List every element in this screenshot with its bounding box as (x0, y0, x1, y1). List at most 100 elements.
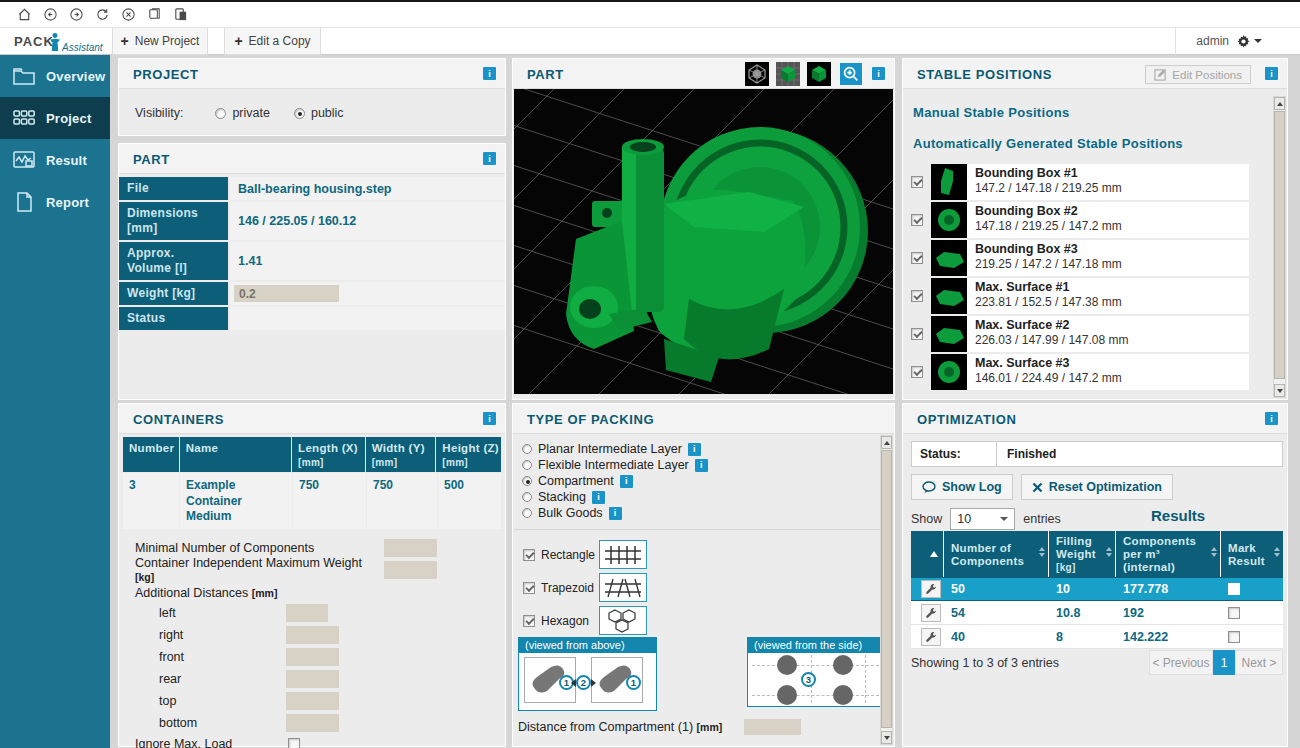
info-icon[interactable]: i (483, 67, 496, 80)
scroll-up-icon[interactable] (881, 436, 892, 449)
info-icon[interactable]: i (592, 491, 605, 504)
packing-type-option[interactable]: Stacking i (522, 489, 880, 505)
packing-radio[interactable] (522, 476, 532, 486)
copy-icon[interactable] (147, 7, 162, 22)
configure-result-button[interactable] (921, 628, 941, 646)
scroll-up-icon[interactable] (1274, 97, 1285, 110)
reload-icon[interactable] (95, 7, 110, 22)
distance-from-compartment-input[interactable] (744, 719, 801, 735)
packing-type-option[interactable]: Bulk Goods i (522, 505, 880, 521)
view-wireframe-button[interactable] (745, 62, 769, 86)
sort-icon[interactable] (1274, 547, 1280, 557)
sidebar-item-overview[interactable]: Overview (0, 55, 110, 97)
position-checkbox[interactable] (911, 366, 923, 378)
view-cube-button[interactable] (807, 62, 831, 86)
info-icon[interactable]: i (872, 67, 885, 80)
info-icon[interactable]: i (483, 152, 496, 165)
configure-result-button[interactable] (921, 604, 941, 622)
sort-icon[interactable] (1106, 547, 1112, 557)
position-checkbox[interactable] (911, 176, 923, 188)
results-header-cell[interactable]: Number ofComponents (944, 531, 1049, 577)
results-header-cell[interactable] (911, 531, 944, 577)
stable-position-item[interactable]: Max. Surface #1 223.81 / 152.5 / 147.38 … (911, 278, 1249, 314)
info-icon[interactable]: i (1265, 67, 1278, 80)
new-project-button[interactable]: + New Project (112, 28, 208, 55)
stable-position-item[interactable]: Bounding Box #1 147.2 / 147.18 / 219.25 … (911, 164, 1249, 200)
min-components-input[interactable] (384, 539, 437, 557)
home-icon[interactable] (17, 7, 32, 22)
info-icon[interactable]: i (688, 443, 701, 456)
stable-position-item[interactable]: Max. Surface #3 146.01 / 224.49 / 147.2 … (911, 354, 1249, 390)
back-icon[interactable] (43, 7, 58, 22)
scroll-thumb[interactable] (881, 450, 892, 728)
results-header-cell[interactable]: Componentsper m³(internal) (1116, 531, 1221, 577)
result-row[interactable]: 50 10 177.778 (911, 577, 1283, 601)
sort-icon[interactable] (1211, 547, 1217, 557)
packing-type-option[interactable]: Compartment i (522, 473, 880, 489)
packing-scrollbar[interactable] (880, 435, 893, 745)
sidebar-item-report[interactable]: Report (0, 181, 110, 223)
packing-radio[interactable] (522, 508, 532, 518)
position-checkbox[interactable] (911, 214, 923, 226)
mark-result-checkbox[interactable] (1228, 607, 1240, 619)
ignore-max-load-checkbox[interactable] (288, 738, 300, 748)
packing-type-option[interactable]: Planar Intermediate Layer i (522, 441, 880, 457)
distance-input[interactable] (286, 626, 339, 644)
radio-private[interactable] (215, 108, 226, 119)
sort-icon[interactable] (1039, 547, 1045, 557)
packing-radio[interactable] (522, 444, 532, 454)
close-icon[interactable] (121, 7, 136, 22)
scroll-thumb[interactable] (1274, 111, 1285, 379)
info-icon[interactable]: i (483, 412, 496, 425)
weight-input[interactable]: 0.2 (234, 285, 339, 302)
configure-result-button[interactable] (921, 580, 941, 598)
edit-copy-button[interactable]: + Edit a Copy (224, 28, 321, 55)
info-icon[interactable]: i (695, 459, 708, 472)
stable-position-item[interactable]: Max. Surface #2 226.03 / 147.99 / 147.08… (911, 316, 1249, 352)
mark-result-checkbox[interactable] (1228, 631, 1240, 643)
shape-checkbox[interactable] (523, 549, 535, 561)
position-checkbox[interactable] (911, 328, 923, 340)
zoom-button[interactable] (840, 63, 862, 85)
forward-icon[interactable] (69, 7, 84, 22)
containers-row[interactable]: 3Example Container Medium750750500 (123, 473, 501, 529)
sidebar-item-result[interactable]: Result (0, 139, 110, 181)
packing-radio[interactable] (522, 460, 532, 470)
distance-input[interactable] (286, 692, 339, 710)
visibility-public-option[interactable]: public (294, 106, 344, 120)
distance-input[interactable] (286, 714, 339, 732)
show-log-button[interactable]: Show Log (911, 474, 1013, 500)
max-weight-input[interactable] (384, 561, 437, 579)
shape-checkbox[interactable] (523, 615, 535, 627)
page-1-button[interactable]: 1 (1213, 650, 1235, 675)
scroll-down-icon[interactable] (881, 731, 892, 744)
reset-optimization-button[interactable]: Reset Optimization (1021, 474, 1173, 500)
stable-position-item[interactable]: Bounding Box #2 147.18 / 219.25 / 147.2 … (911, 202, 1249, 238)
position-checkbox[interactable] (911, 252, 923, 264)
result-row[interactable]: 54 10.8 192 (911, 601, 1283, 625)
next-page-button[interactable]: Next > (1235, 650, 1283, 675)
paste-icon[interactable] (173, 7, 188, 22)
user-menu[interactable]: admin (1196, 34, 1262, 48)
packing-radio[interactable] (522, 492, 532, 502)
distance-input[interactable] (286, 670, 339, 688)
stable-position-item[interactable]: Bounding Box #3 219.25 / 147.2 / 147.18 … (911, 240, 1249, 276)
radio-public[interactable] (294, 108, 305, 119)
scroll-down-icon[interactable] (1274, 384, 1285, 397)
distance-input[interactable] (286, 648, 339, 666)
results-header-cell[interactable]: FillingWeight[kg] (1049, 531, 1116, 577)
position-checkbox[interactable] (911, 290, 923, 302)
results-header-cell[interactable]: MarkResult (1221, 531, 1283, 577)
3d-viewer[interactable] (514, 89, 893, 394)
previous-page-button[interactable]: < Previous (1149, 650, 1213, 675)
stable-scrollbar[interactable] (1273, 96, 1286, 398)
shape-checkbox[interactable] (523, 582, 535, 594)
view-grid-cube-button[interactable] (776, 62, 800, 86)
sidebar-item-project[interactable]: Project (0, 97, 110, 139)
mark-result-checkbox[interactable] (1228, 583, 1240, 595)
packing-type-option[interactable]: Flexible Intermediate Layer i (522, 457, 880, 473)
entries-select[interactable]: 10 (950, 508, 1015, 530)
visibility-private-option[interactable]: private (215, 106, 270, 120)
sort-asc-icon[interactable] (930, 551, 938, 557)
edit-positions-button[interactable]: Edit Positions (1145, 65, 1251, 84)
